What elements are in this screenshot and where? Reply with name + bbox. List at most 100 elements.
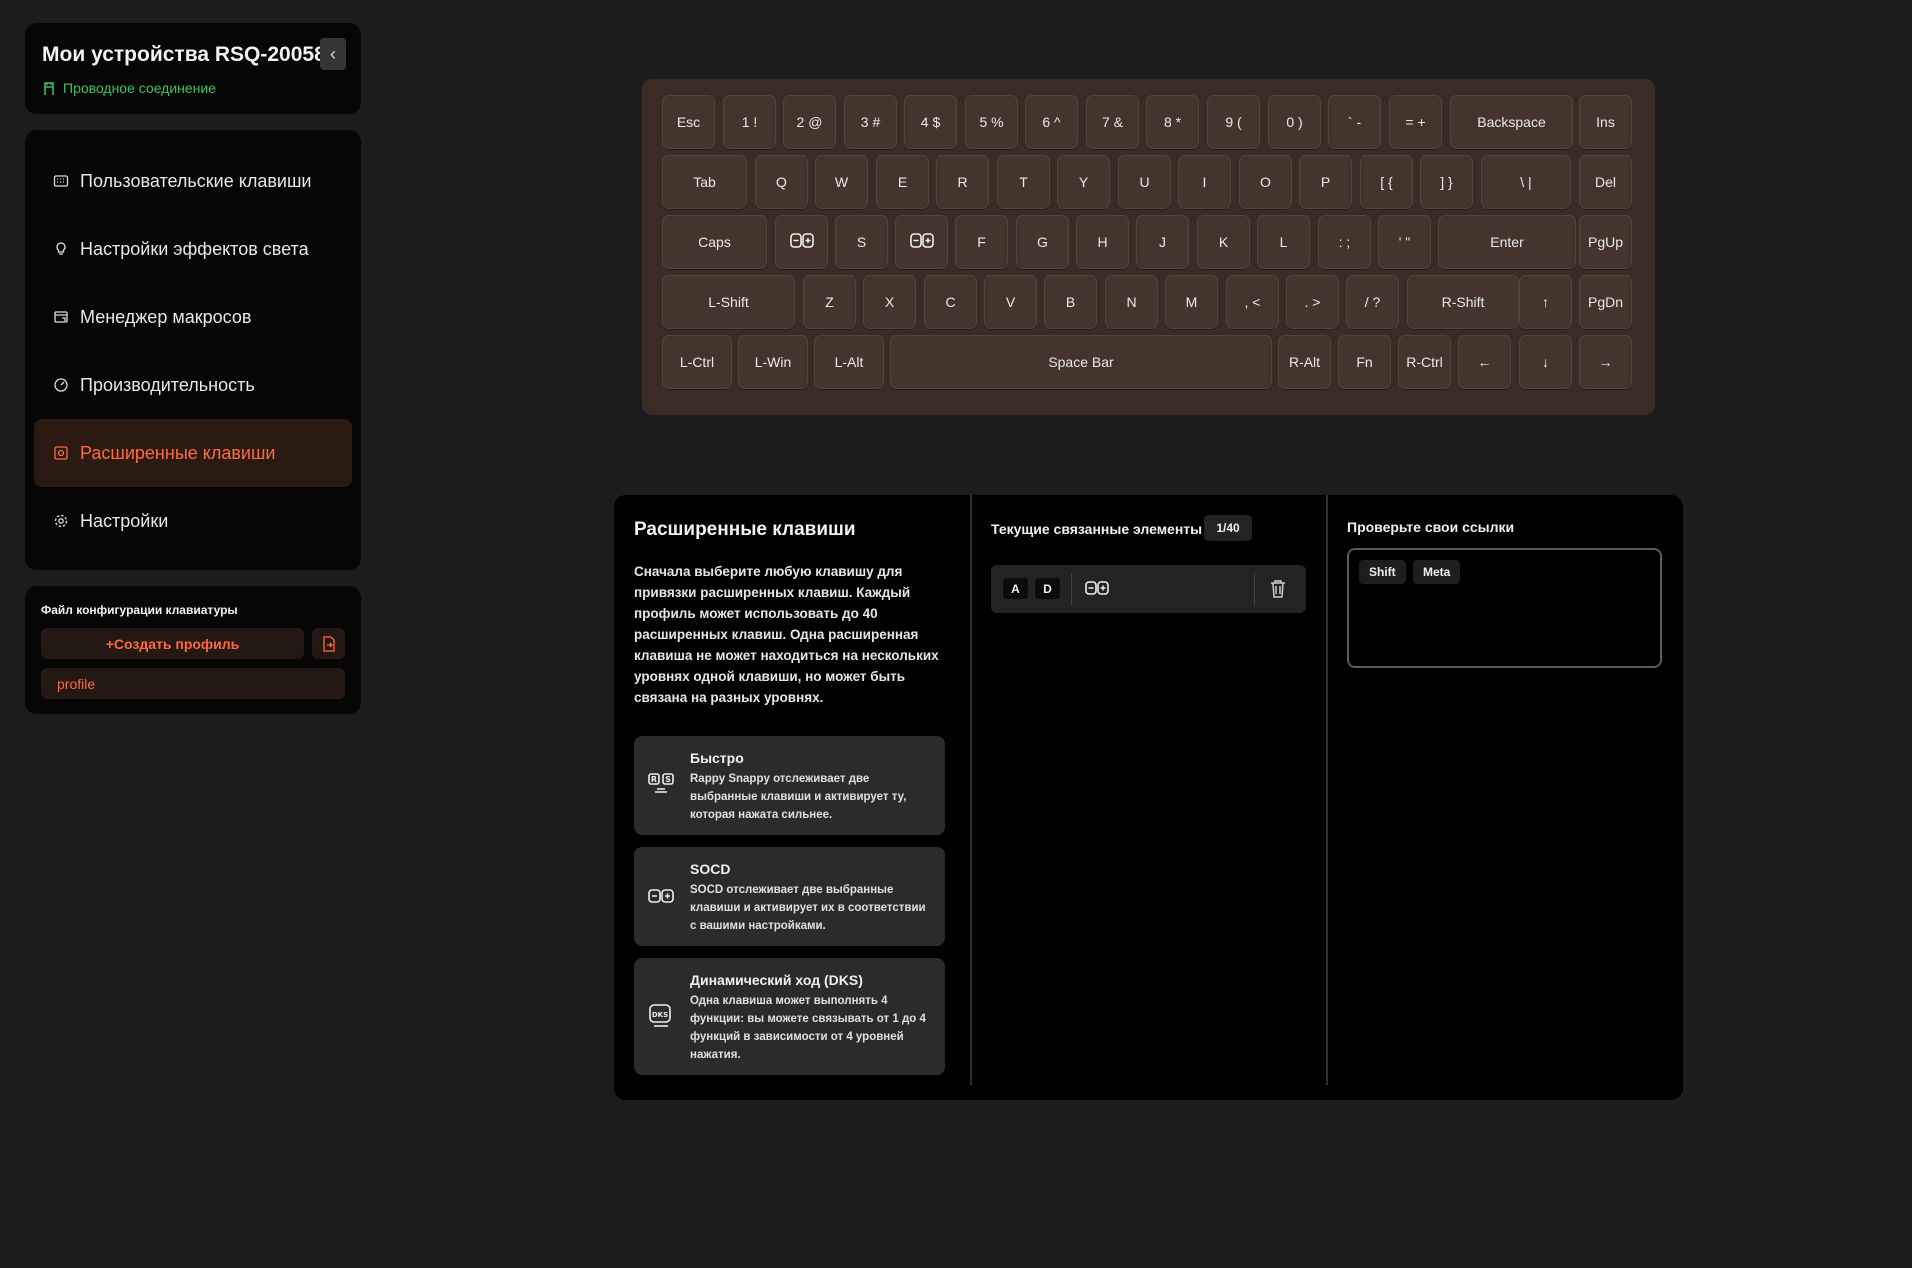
key[interactable]: K — [1197, 215, 1250, 269]
key[interactable]: [ { — [1360, 155, 1413, 209]
key[interactable]: R-Alt — [1278, 335, 1331, 389]
collapse-sidebar-button[interactable]: ‹ — [320, 38, 346, 70]
import-file-icon — [322, 635, 335, 652]
key[interactable]: Backspace — [1450, 95, 1573, 149]
key-linked-socd[interactable] — [895, 215, 948, 269]
feature-card-dks[interactable]: DKS Динамический ход (DKS) Одна клавиша … — [634, 958, 945, 1075]
key[interactable]: H — [1076, 215, 1129, 269]
linked-item-row[interactable]: A D — [991, 565, 1306, 613]
key[interactable]: C — [924, 275, 977, 329]
key[interactable]: L-Alt — [814, 335, 884, 389]
key[interactable]: O — [1239, 155, 1292, 209]
key[interactable]: L — [1257, 215, 1310, 269]
key[interactable]: X — [863, 275, 916, 329]
linked-key-chip: D — [1035, 578, 1060, 599]
modifier-chip-meta: Meta — [1413, 560, 1461, 584]
key[interactable]: N — [1105, 275, 1158, 329]
key[interactable]: M — [1165, 275, 1218, 329]
key[interactable]: → — [1579, 335, 1632, 389]
key[interactable]: Z — [803, 275, 856, 329]
profile-list-item[interactable]: profile — [41, 668, 345, 699]
key[interactable]: R-Ctrl — [1398, 335, 1451, 389]
create-profile-button[interactable]: +Создать профиль — [41, 628, 304, 659]
key[interactable]: PgDn — [1579, 275, 1632, 329]
key[interactable]: V — [984, 275, 1037, 329]
key[interactable]: J — [1136, 215, 1189, 269]
key[interactable]: 3 # — [844, 95, 897, 149]
trash-icon[interactable] — [1269, 579, 1287, 604]
key[interactable]: ] } — [1420, 155, 1473, 209]
feature-description: Одна клавиша может выполнять 4 функции: … — [690, 995, 926, 1061]
key[interactable]: 7 & — [1086, 95, 1139, 149]
advanced-keys-title: Расширенные клавиши — [634, 519, 856, 540]
gauge-icon — [52, 376, 70, 394]
feature-card-socd[interactable]: SOCD SOCD отслеживает две выбранные клав… — [634, 847, 945, 946]
key[interactable]: ' " — [1378, 215, 1431, 269]
key[interactable]: Fn — [1338, 335, 1391, 389]
sidebar-item-macros[interactable]: Менеджер макросов — [34, 283, 352, 351]
check-links-area[interactable]: Shift Meta — [1347, 548, 1662, 668]
key[interactable]: B — [1044, 275, 1097, 329]
key[interactable]: F — [955, 215, 1008, 269]
sidebar-nav: Пользовательские клавиши Настройки эффек… — [25, 130, 361, 570]
key[interactable]: Esc — [662, 95, 715, 149]
key[interactable]: P — [1299, 155, 1352, 209]
sidebar-item-lighting[interactable]: Настройки эффектов света — [34, 215, 352, 283]
key[interactable]: E — [876, 155, 929, 209]
key[interactable]: PgUp — [1579, 215, 1632, 269]
key[interactable]: T — [997, 155, 1050, 209]
key[interactable]: Y — [1057, 155, 1110, 209]
keyboard-icon — [52, 172, 70, 190]
key[interactable]: \ | — [1481, 155, 1571, 209]
sidebar-item-label: Настройки эффектов света — [80, 238, 309, 259]
key[interactable]: Ins — [1579, 95, 1632, 149]
key[interactable]: ← — [1458, 335, 1511, 389]
key[interactable]: 8 * — [1146, 95, 1199, 149]
sidebar-item-settings[interactable]: Настройки — [34, 487, 352, 555]
profile-card: Файл конфигурации клавиатуры +Создать пр… — [25, 586, 361, 714]
key[interactable]: ↓ — [1519, 335, 1572, 389]
key[interactable]: W — [815, 155, 868, 209]
sidebar-item-performance[interactable]: Производительность — [34, 351, 352, 419]
key-linked-socd[interactable] — [775, 215, 828, 269]
key[interactable]: I — [1178, 155, 1231, 209]
key[interactable]: L-Win — [738, 335, 808, 389]
key[interactable]: L-Ctrl — [662, 335, 732, 389]
key[interactable]: Tab — [662, 155, 747, 209]
key[interactable]: 6 ^ — [1025, 95, 1078, 149]
feature-title: Динамический ход (DKS) — [690, 972, 863, 988]
key[interactable]: U — [1118, 155, 1171, 209]
bulb-icon — [52, 240, 70, 258]
key[interactable]: : ; — [1318, 215, 1371, 269]
key[interactable]: G — [1016, 215, 1069, 269]
key[interactable]: 4 $ — [904, 95, 957, 149]
key[interactable]: Caps — [662, 215, 767, 269]
key[interactable]: . > — [1286, 275, 1339, 329]
socd-icon — [646, 881, 676, 911]
key[interactable]: / ? — [1346, 275, 1399, 329]
feature-card-rappy-snappy[interactable]: RS Быстро Rappy Snappy отслеживает две в… — [634, 736, 945, 835]
key[interactable]: L-Shift — [662, 275, 795, 329]
sidebar-item-custom-keys[interactable]: Пользовательские клавиши — [34, 147, 352, 215]
key[interactable]: ↑ — [1519, 275, 1572, 329]
connection-label: Проводное соединение — [63, 80, 217, 96]
sidebar-item-advanced-keys[interactable]: Расширенные клавиши — [34, 419, 352, 487]
key[interactable]: ` - — [1328, 95, 1381, 149]
key[interactable]: = + — [1389, 95, 1442, 149]
key[interactable]: R-Shift — [1407, 275, 1519, 329]
key[interactable]: Q — [755, 155, 808, 209]
key[interactable]: Space Bar — [890, 335, 1272, 389]
import-profile-button[interactable] — [312, 628, 345, 659]
key[interactable]: 9 ( — [1207, 95, 1260, 149]
key[interactable]: , < — [1226, 275, 1279, 329]
key[interactable]: 0 ) — [1268, 95, 1321, 149]
key[interactable]: 1 ! — [723, 95, 776, 149]
current-linked-title: Текущие связанные элементы — [991, 521, 1203, 537]
key[interactable]: 2 @ — [783, 95, 836, 149]
key[interactable]: 5 % — [965, 95, 1018, 149]
key[interactable]: Del — [1579, 155, 1632, 209]
feature-title: SOCD — [690, 861, 731, 877]
key[interactable]: Enter — [1438, 215, 1576, 269]
key[interactable]: R — [936, 155, 989, 209]
key[interactable]: S — [835, 215, 888, 269]
